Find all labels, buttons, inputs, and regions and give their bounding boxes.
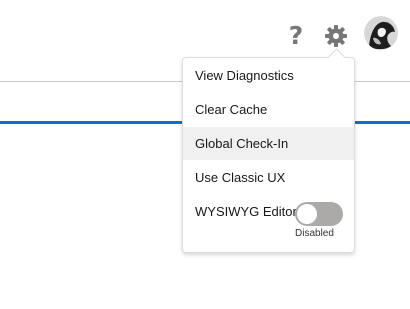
toggle-knob — [297, 204, 317, 224]
help-icon[interactable]: ? — [285, 21, 307, 51]
view-diagnostics-menu-item[interactable]: View Diagnostics — [183, 59, 354, 92]
global-check-in-menu-item[interactable]: Global Check-In — [183, 127, 354, 160]
clear-cache-menu-item[interactable]: Clear Cache — [183, 93, 354, 126]
use-classic-ux-menu-item[interactable]: Use Classic UX — [183, 161, 354, 194]
wysiwyg-editor-label: WYSIWYG Editor — [195, 204, 297, 219]
toggle-status-text: Disabled — [295, 228, 334, 239]
user-avatar[interactable] — [364, 16, 398, 50]
setup-menu: View Diagnostics Clear Cache Global Chec… — [182, 48, 355, 253]
gear-icon[interactable] — [324, 24, 348, 48]
wysiwyg-editor-toggle[interactable] — [295, 202, 343, 226]
